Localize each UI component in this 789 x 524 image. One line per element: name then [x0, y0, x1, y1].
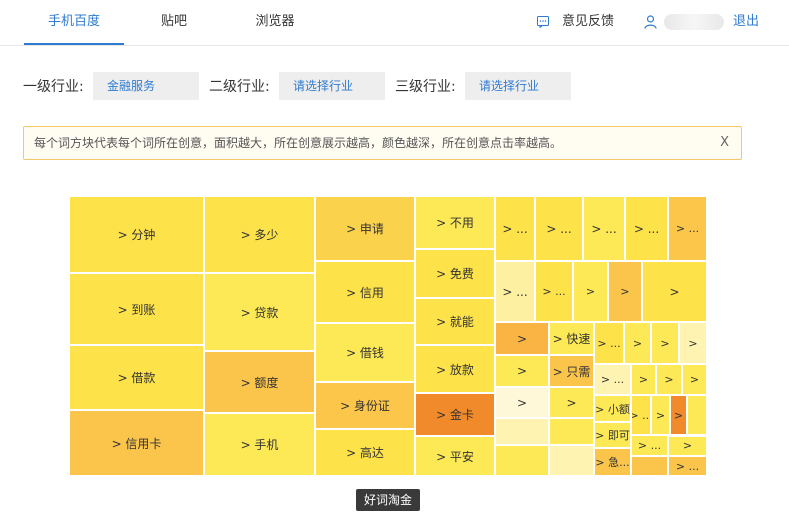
treemap-cell[interactable]: > ... — [631, 435, 668, 456]
treemap-cell[interactable]: > 只需 — [549, 355, 594, 387]
treemap-cell[interactable]: > 金卡 — [415, 393, 495, 436]
keyword-treemap: > 分钟 > 到账 > 借款 > 信用卡 > 多少 > 贷款 > 额度 > 手机 > 申请 > 信… — [69, 196, 707, 476]
feedback-icon[interactable] — [537, 16, 549, 28]
level2-select[interactable]: 请选择行业 — [279, 72, 385, 100]
user-icon — [644, 15, 657, 29]
treemap-cell[interactable]: > 高达 — [315, 429, 415, 476]
treemap-cell[interactable]: > ... — [535, 261, 573, 322]
treemap-cell[interactable] — [495, 445, 549, 476]
level2-label: 二级行业: — [209, 79, 270, 95]
treemap-cell[interactable]: > ... — [594, 364, 631, 395]
treemap-cell[interactable]: > ... — [625, 196, 668, 261]
treemap-cell[interactable] — [495, 418, 549, 445]
treemap-cell[interactable]: > — [679, 322, 707, 364]
treemap-cell[interactable]: > — [642, 261, 707, 322]
treemap-cell[interactable]: > 即可 — [594, 422, 631, 448]
treemap-cell[interactable]: > — [549, 387, 594, 418]
tool-badge: 好词淘金 — [356, 489, 420, 511]
treemap-cell[interactable]: > 借款 — [69, 345, 204, 410]
treemap-cell[interactable]: > 急... — [594, 448, 631, 476]
level3-label: 三级行业: — [395, 79, 456, 95]
treemap-cell[interactable]: > — [495, 387, 549, 418]
treemap-cell[interactable]: > 小额 — [594, 395, 631, 422]
treemap-cell[interactable]: > ... — [631, 395, 651, 435]
treemap-cell[interactable]: > 身份证 — [315, 382, 415, 429]
treemap-cell[interactable]: > 额度 — [204, 351, 315, 413]
logout-link[interactable]: 退出 — [733, 0, 759, 44]
treemap-cell[interactable]: > — [656, 364, 682, 395]
tab-mobile-baidu[interactable]: 手机百度 — [24, 0, 124, 45]
treemap-cell[interactable]: > 分钟 — [69, 196, 204, 273]
treemap-cell[interactable]: > 就能 — [415, 298, 495, 345]
treemap-cell[interactable]: > — [651, 395, 670, 435]
level1-label: 一级行业: — [23, 79, 84, 95]
treemap-cell[interactable] — [687, 395, 707, 435]
level1-select[interactable]: 金融服务 — [93, 72, 199, 100]
treemap-cell[interactable]: > 不用 — [415, 196, 495, 249]
treemap-cell[interactable]: > — [682, 364, 707, 395]
treemap-cell[interactable]: > — [573, 261, 608, 322]
treemap-cell[interactable]: > ... — [495, 196, 535, 261]
treemap-cell[interactable]: > ... — [583, 196, 625, 261]
treemap-cell[interactable]: > ... — [594, 322, 624, 364]
treemap-cell[interactable]: > — [631, 364, 656, 395]
treemap-cell[interactable] — [549, 418, 594, 445]
treemap-cell[interactable]: > — [668, 435, 707, 437]
feedback-link[interactable]: 意见反馈 — [562, 0, 614, 44]
treemap-cell[interactable] — [549, 445, 594, 476]
treemap-cell[interactable]: > — [495, 322, 549, 355]
treemap-cell[interactable]: > 平安 — [415, 436, 495, 476]
level3-select[interactable]: 请选择行业 — [465, 72, 571, 100]
treemap-cell[interactable]: > 借钱 — [315, 323, 415, 382]
top-nav: 手机百度 贴吧 浏览器 意见反馈 退出 — [0, 0, 789, 46]
treemap-cell[interactable]: > ... — [495, 261, 535, 322]
treemap-cell[interactable]: > 手机 — [204, 413, 315, 476]
treemap-cell[interactable]: > — [624, 322, 651, 364]
treemap-cell[interactable]: > 申请 — [315, 196, 415, 261]
tab-tieba[interactable]: 贴吧 — [150, 0, 198, 44]
treemap-cell[interactable]: > — [495, 355, 549, 387]
treemap-cell[interactable]: > 到账 — [69, 273, 204, 345]
treemap-cell[interactable]: > 多少 — [204, 196, 315, 273]
treemap-cell[interactable]: > — [670, 395, 687, 435]
notice-close-button[interactable]: X — [720, 127, 729, 159]
notice-bar: 每个词方块代表每个词所在创意，面积越大，所在创意展示越高，颜色越深，所在创意点击… — [23, 126, 742, 160]
treemap-cell[interactable]: > — [608, 261, 642, 322]
treemap-cell[interactable]: > 信用卡 — [69, 410, 204, 476]
treemap-cell[interactable]: > 放款 — [415, 345, 495, 393]
tab-browser[interactable]: 浏览器 — [245, 0, 305, 44]
treemap-cell[interactable]: > 免费 — [415, 249, 495, 298]
username-redacted — [664, 14, 724, 30]
treemap-cell[interactable]: > ... — [668, 196, 707, 261]
treemap-cell[interactable] — [631, 456, 668, 476]
treemap-cell[interactable]: > — [668, 435, 707, 456]
treemap-cell[interactable]: > — [651, 322, 679, 364]
notice-text: 每个词方块代表每个词所在创意，面积越大，所在创意展示越高，颜色越深，所在创意点击… — [34, 136, 563, 150]
treemap-cell[interactable]: > 信用 — [315, 261, 415, 323]
treemap-cell[interactable]: > ... — [668, 456, 707, 476]
treemap-cell[interactable]: > ... — [535, 196, 583, 261]
treemap-cell[interactable]: > 快速 — [549, 322, 594, 355]
treemap-cell[interactable]: > 贷款 — [204, 273, 315, 351]
